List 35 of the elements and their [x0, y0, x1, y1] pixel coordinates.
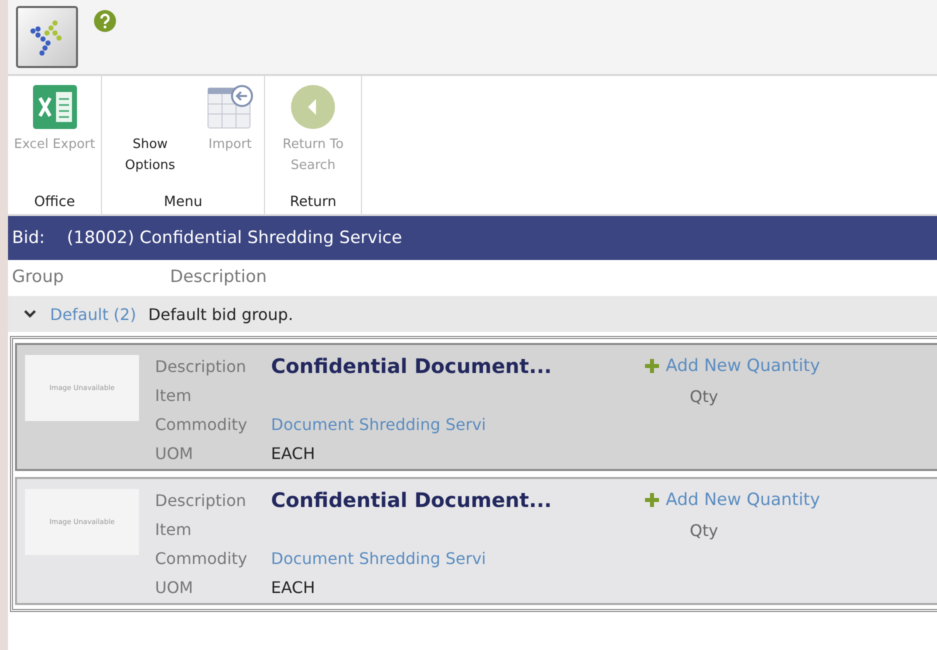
field-label: UOM	[155, 444, 194, 462]
commodity-link[interactable]: Document Shredding Servi	[271, 548, 486, 568]
field-label: Description	[155, 490, 248, 510]
item-title: Confidential Document...	[271, 354, 552, 378]
group-link[interactable]: Default (2)	[50, 304, 136, 324]
qty-label: Qty	[690, 521, 720, 540]
column-header: Group	[12, 267, 65, 287]
caret-icon[interactable]	[24, 309, 36, 319]
field-label: UOM	[155, 578, 194, 596]
add-quantity-link[interactable]: Add New Quantity	[644, 487, 820, 513]
plus-icon	[644, 492, 660, 508]
add-quantity-link[interactable]: Add New Quantity	[644, 353, 820, 379]
field-label: Item	[155, 386, 192, 404]
field-label: Commodity	[155, 414, 248, 434]
field-label: Commodity	[155, 548, 248, 568]
qty-label: Qty	[690, 387, 720, 406]
column-header: Description	[170, 267, 267, 287]
field-label: Description	[155, 356, 248, 376]
field-value: EACH	[271, 578, 315, 596]
ribbon-group-label: Menu	[162, 194, 204, 212]
commodity-link[interactable]: Document Shredding Servi	[271, 414, 486, 434]
table-arrow-icon	[206, 84, 254, 130]
help-icon[interactable]	[94, 10, 116, 32]
item-title: Confidential Document...	[271, 488, 552, 512]
ribbon-group-label: Return	[288, 194, 338, 212]
field-value: EACH	[271, 444, 315, 462]
group-description: Default bid group.	[148, 304, 294, 324]
ribbon-button[interactable]: Show Options	[108, 84, 192, 194]
bid-title: (18002) Confidential Shredding Service	[66, 228, 402, 248]
spreadsheet-icon	[32, 84, 78, 130]
bid-label: Bid:	[12, 228, 45, 248]
ribbon-group-label: Office	[33, 194, 76, 212]
plus-icon	[644, 358, 660, 374]
field-label: Item	[155, 520, 192, 538]
app-logo-button[interactable]	[16, 6, 78, 68]
